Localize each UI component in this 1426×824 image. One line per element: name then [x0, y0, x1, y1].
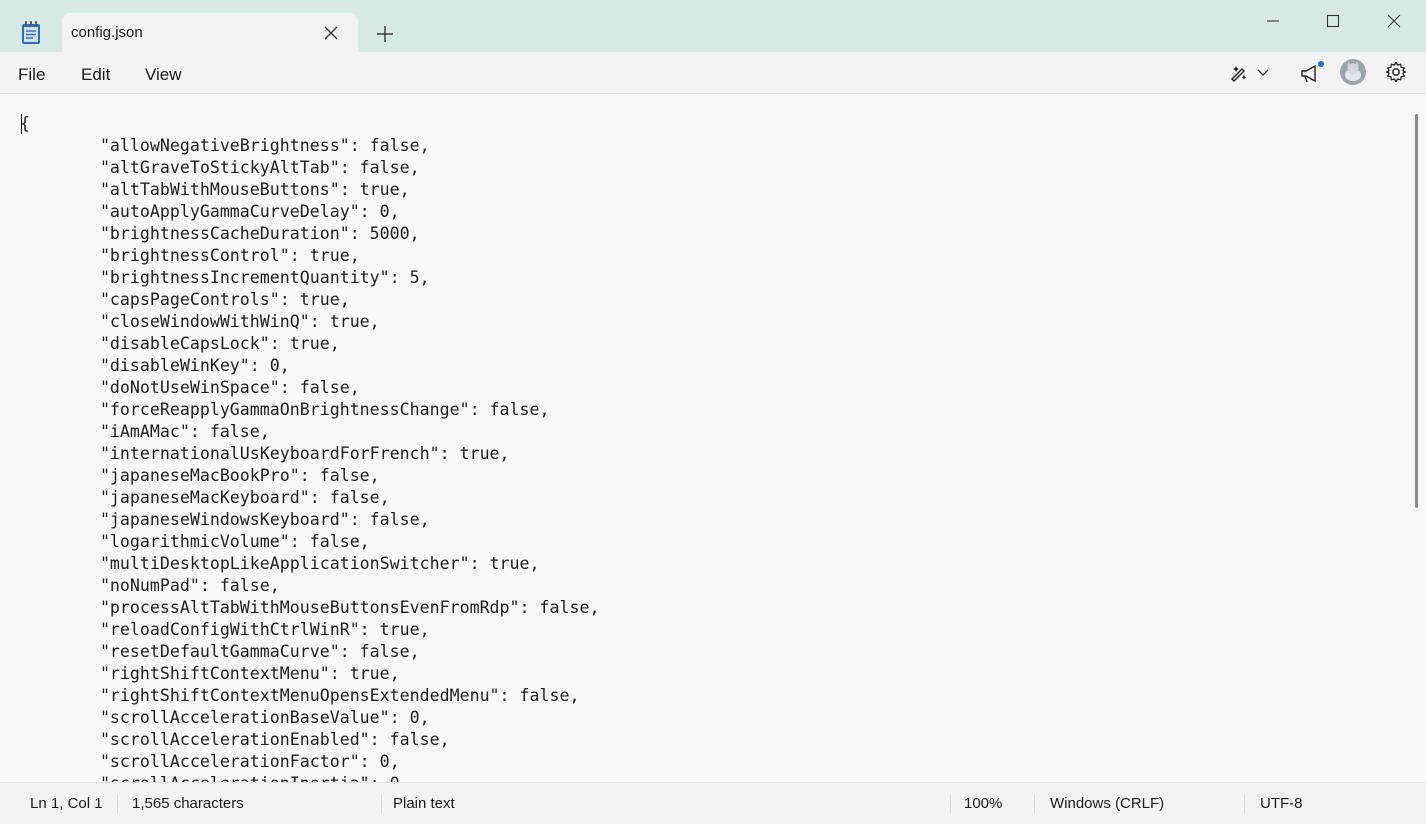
- code-line: "doNotUseWinSpace": false,: [20, 378, 360, 397]
- maximize-icon[interactable]: [1310, 10, 1356, 32]
- status-cursor-position[interactable]: Ln 1, Col 1: [30, 795, 103, 812]
- code-line: "autoApplyGammaCurveDelay": 0,: [20, 202, 400, 221]
- editor-content[interactable]: { "allowNegativeBrightness": false, "alt…: [20, 113, 599, 782]
- status-divider: [950, 794, 951, 814]
- code-line: "capsPageControls": true,: [20, 290, 350, 309]
- tab-config-json[interactable]: config.json: [62, 13, 358, 52]
- text-caret: [21, 114, 22, 134]
- new-tab-icon[interactable]: [374, 23, 396, 45]
- status-line-ending[interactable]: Windows (CRLF): [1050, 795, 1164, 812]
- title-bar: config.json: [0, 0, 1426, 52]
- code-line: "scrollAccelerationEnabled": false,: [20, 730, 450, 749]
- code-line: "japaneseMacBookPro": false,: [20, 466, 380, 485]
- menu-edit[interactable]: Edit: [81, 65, 110, 85]
- minimize-icon[interactable]: [1250, 10, 1296, 32]
- megaphone-icon[interactable]: [1298, 60, 1326, 86]
- status-divider: [117, 794, 118, 814]
- code-line: "forceReapplyGammaOnBrightnessChange": f…: [20, 400, 550, 419]
- menu-file[interactable]: File: [18, 65, 45, 85]
- code-line: "iAmAMac": false,: [20, 422, 270, 441]
- status-bar: Ln 1, Col 1 1,565 characters Plain text …: [0, 782, 1426, 824]
- code-line: "logarithmicVolume": false,: [20, 532, 370, 551]
- code-line: "altGraveToStickyAltTab": false,: [20, 158, 420, 177]
- code-line: "resetDefaultGammaCurve": false,: [20, 642, 420, 661]
- code-line: "rightShiftContextMenu": true,: [20, 664, 400, 683]
- code-line: "altTabWithMouseButtons": true,: [20, 180, 410, 199]
- status-zoom[interactable]: 100%: [964, 795, 1002, 812]
- code-line: "closeWindowWithWinQ": true,: [20, 312, 380, 331]
- status-character-count: 1,565 characters: [132, 795, 244, 812]
- code-line: "brightnessCacheDuration": 5000,: [20, 224, 420, 243]
- code-line: "reloadConfigWithCtrlWinR": true,: [20, 620, 430, 639]
- code-line: "allowNegativeBrightness": false,: [20, 136, 430, 155]
- status-divider: [1244, 794, 1245, 814]
- code-line: "disableCapsLock": true,: [20, 334, 340, 353]
- close-tab-icon[interactable]: [322, 24, 340, 42]
- copilot-rewrite-icon[interactable]: [1228, 62, 1250, 84]
- code-line: "noNumPad": false,: [20, 576, 280, 595]
- code-line: "brightnessIncrementQuantity": 5,: [20, 268, 430, 287]
- code-line: "processAltTabWithMouseButtonsEvenFromRd…: [20, 598, 600, 617]
- menu-view[interactable]: View: [145, 65, 182, 85]
- status-encoding[interactable]: UTF-8: [1260, 795, 1303, 812]
- chevron-down-icon[interactable]: [1256, 66, 1270, 80]
- code-line: "japaneseWindowsKeyboard": false,: [20, 510, 430, 529]
- code-line: "brightnessControl": true,: [20, 246, 360, 265]
- close-window-icon[interactable]: [1371, 10, 1417, 32]
- tab-title: config.json: [71, 24, 143, 41]
- code-line: "scrollAccelerationFactor": 0,: [20, 752, 400, 771]
- status-divider: [1034, 794, 1035, 814]
- menu-bar: File Edit View: [0, 52, 1426, 94]
- account-avatar[interactable]: [1339, 58, 1367, 86]
- vertical-scrollbar[interactable]: [1415, 114, 1418, 508]
- text-editor[interactable]: { "allowNegativeBrightness": false, "alt…: [0, 94, 1426, 782]
- notepad-app-icon: [22, 21, 40, 44]
- code-line: "scrollAccelerationInertia": 0,: [20, 774, 410, 782]
- code-line: "scrollAccelerationBaseValue": 0,: [20, 708, 430, 727]
- code-line: "multiDesktopLikeApplicationSwitcher": t…: [20, 554, 540, 573]
- code-line: "rightShiftContextMenuOpensExtendedMenu"…: [20, 686, 580, 705]
- code-line: "japaneseMacKeyboard": false,: [20, 488, 390, 507]
- gear-icon[interactable]: [1384, 60, 1408, 84]
- code-line: "disableWinKey": 0,: [20, 356, 290, 375]
- status-format[interactable]: Plain text: [393, 795, 455, 812]
- status-divider: [381, 794, 382, 814]
- code-line: "internationalUsKeyboardForFrench": true…: [20, 444, 510, 463]
